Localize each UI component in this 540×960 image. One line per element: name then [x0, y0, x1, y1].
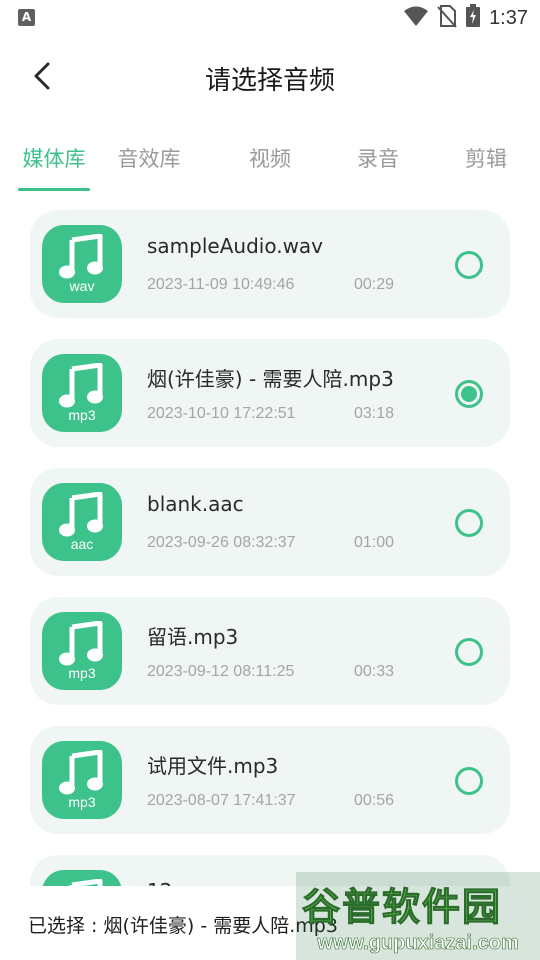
- no-sim-icon: [437, 4, 457, 32]
- music-note-icon: [59, 363, 103, 408]
- file-duration: 00:29: [354, 276, 395, 293]
- music-note-icon: [59, 621, 103, 666]
- audio-file-thumbnail: mp3: [42, 354, 122, 432]
- file-date: 2023-08-07 17:41:37: [147, 792, 296, 809]
- tab-indicator: [18, 188, 90, 191]
- list-item[interactable]: mp3 留语.mp3 2023-09-12 08:11:25 00:33: [30, 597, 510, 705]
- music-note-icon: [59, 750, 103, 795]
- status-time: 1:37: [489, 6, 528, 29]
- page-title: 请选择音频: [204, 66, 335, 96]
- audio-file-thumbnail: [42, 870, 122, 886]
- battery-charging-icon: [465, 4, 481, 32]
- file-name: sampleAudio.wav: [147, 234, 324, 258]
- list-item[interactable]: mp3 试用文件.mp3 2023-08-07 17:41:37 00:56: [30, 726, 510, 834]
- status-icons: 1:37: [403, 4, 528, 32]
- file-extension-label: mp3: [68, 794, 96, 810]
- status-bar: A 1:37: [0, 0, 540, 36]
- tab-sound-effects[interactable]: 音效库: [95, 143, 203, 173]
- file-date: 2023-10-10 17:22:51: [147, 405, 296, 422]
- select-radio[interactable]: [455, 380, 483, 408]
- music-note-icon: [69, 879, 103, 886]
- file-duration: 00:33: [354, 663, 395, 680]
- header: 请选择音频: [0, 46, 540, 110]
- audio-file-thumbnail: mp3: [42, 741, 122, 819]
- select-radio[interactable]: [455, 638, 483, 666]
- audio-file-thumbnail: wav: [42, 225, 122, 303]
- file-date: 2023-11-09 10:49:46: [147, 276, 295, 293]
- file-extension-label: aac: [70, 536, 94, 552]
- tab-recording[interactable]: 录音: [324, 143, 432, 173]
- audio-file-list[interactable]: wav sampleAudio.wav 2023-11-09 10:49:46 …: [0, 200, 540, 886]
- list-item[interactable]: wav sampleAudio.wav 2023-11-09 10:49:46 …: [30, 210, 510, 318]
- file-duration: 01:00: [354, 534, 395, 551]
- wifi-icon: [403, 5, 429, 31]
- music-note-icon: [59, 234, 103, 279]
- file-date: 2023-09-26 08:32:37: [147, 534, 296, 551]
- tab-bar: 媒体库 音效库 视频 录音 剪辑: [0, 133, 540, 193]
- file-extension-label: mp3: [68, 665, 96, 681]
- file-name: 试用文件.mp3: [147, 754, 279, 778]
- list-item[interactable]: mp3 烟(许佳豪) - 需要人陪.mp3 2023-10-10 17:22:5…: [30, 339, 510, 447]
- select-radio[interactable]: [455, 251, 483, 279]
- tab-video[interactable]: 视频: [216, 143, 324, 173]
- select-radio[interactable]: [455, 767, 483, 795]
- file-extension-label: wav: [69, 278, 95, 294]
- file-name: 烟(许佳豪) - 需要人陪.mp3: [147, 367, 394, 391]
- file-name: blank.aac: [147, 492, 244, 516]
- selected-file-label: 已选择 : 烟(许佳豪) - 需要人陪.mp3: [28, 915, 338, 937]
- audio-file-thumbnail: aac: [42, 483, 122, 561]
- list-item[interactable]: aac blank.aac 2023-09-26 08:32:37 01:00: [30, 468, 510, 576]
- music-note-icon: [59, 492, 103, 537]
- file-name: 留语.mp3: [147, 625, 239, 649]
- app-notification-icon: A: [18, 9, 35, 26]
- audio-file-thumbnail: mp3: [42, 612, 122, 690]
- file-extension-label: mp3: [68, 407, 96, 423]
- tab-media-library[interactable]: 媒体库: [0, 143, 108, 173]
- file-duration: 00:56: [354, 792, 395, 809]
- watermark: 谷普软件园 www.gupuxiazai.com: [296, 872, 540, 960]
- tab-edit[interactable]: 剪辑: [432, 143, 540, 173]
- file-date: 2023-09-12 08:11:25: [147, 663, 295, 680]
- watermark-url: www.gupuxiazai.com: [317, 932, 519, 955]
- file-name: 12: [147, 879, 172, 886]
- select-radio[interactable]: [455, 509, 483, 537]
- watermark-title: 谷普软件园: [301, 885, 503, 930]
- file-duration: 03:18: [354, 405, 395, 422]
